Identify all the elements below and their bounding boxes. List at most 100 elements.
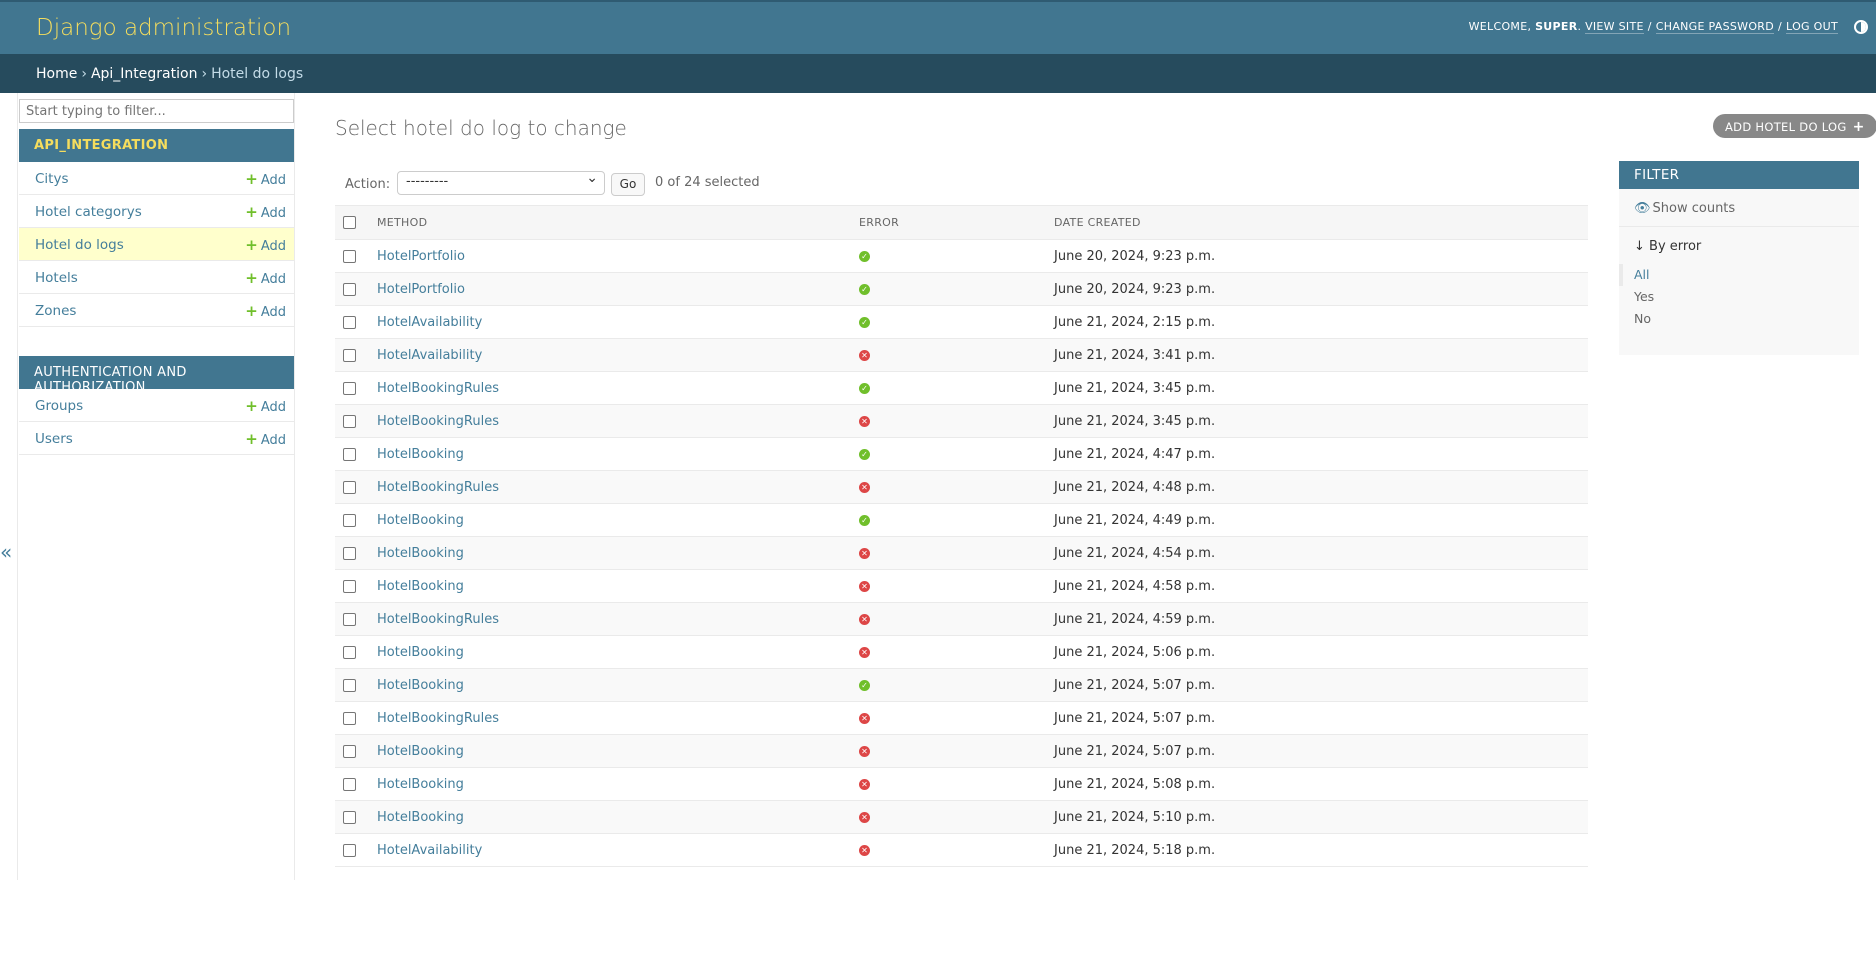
theme-toggle-icon[interactable] xyxy=(1854,20,1868,34)
add-link[interactable]: + Add xyxy=(245,236,286,254)
add-link[interactable]: + Add xyxy=(245,397,286,415)
table-row: HotelBooking ✕ June 21, 2024, 4:58 p.m. xyxy=(335,569,1588,603)
select-all-header xyxy=(335,205,369,240)
method-cell: HotelBooking xyxy=(369,635,851,669)
table-row: HotelAvailability ✕ June 21, 2024, 5:18 p.… xyxy=(335,833,1588,867)
row-checkbox[interactable] xyxy=(343,348,356,362)
row-select-cell xyxy=(335,536,369,570)
error-cell: ✓ xyxy=(851,371,1046,405)
filter-option-no[interactable]: No xyxy=(1619,308,1859,330)
date-created-cell: June 21, 2024, 5:07 p.m. xyxy=(1046,734,1588,768)
view-site-link[interactable]: VIEW SITE xyxy=(1585,20,1644,34)
row-checkbox[interactable] xyxy=(343,711,356,725)
add-link[interactable]: + Add xyxy=(245,302,286,320)
row-checkbox[interactable] xyxy=(343,612,356,626)
method-link[interactable]: HotelAvailability xyxy=(377,843,482,858)
method-link[interactable]: HotelBooking xyxy=(377,546,464,561)
page-title: Select hotel do log to change xyxy=(335,116,627,140)
go-button[interactable]: Go xyxy=(611,173,645,196)
method-link[interactable]: HotelBooking xyxy=(377,447,464,462)
table-row: HotelBooking ✕ June 21, 2024, 5:10 p.m. xyxy=(335,800,1588,834)
method-cell: HotelBookingRules xyxy=(369,470,851,504)
column-header-error[interactable]: ERROR xyxy=(851,205,1046,240)
row-checkbox[interactable] xyxy=(343,315,356,329)
column-header-date-created[interactable]: DATE CREATED xyxy=(1046,205,1588,240)
toggle-sidebar-button[interactable]: « xyxy=(0,540,16,564)
model-link[interactable]: Hotel categorys xyxy=(35,204,142,220)
method-link[interactable]: HotelBookingRules xyxy=(377,711,499,726)
method-link[interactable]: HotelBooking xyxy=(377,579,464,594)
date-created-cell: June 21, 2024, 3:45 p.m. xyxy=(1046,404,1588,438)
module-caption[interactable]: AUTHENTICATION AND AUTHORIZATION xyxy=(19,356,294,395)
site-branding[interactable]: Django administration xyxy=(36,15,291,41)
breadcrumb-app[interactable]: Api_Integration xyxy=(91,66,198,82)
x-circle-icon: ✕ xyxy=(859,547,870,559)
method-cell: HotelBookingRules xyxy=(369,371,851,405)
table-row: HotelBookingRules ✕ June 21, 2024, 4:59 p.… xyxy=(335,602,1588,636)
action-select[interactable]: --------- xyxy=(397,170,605,195)
model-link[interactable]: Hotel do logs xyxy=(35,237,124,253)
select-all-checkbox[interactable] xyxy=(343,216,356,230)
filter-title: FILTER xyxy=(1619,161,1859,189)
method-link[interactable]: HotelPortfolio xyxy=(377,282,465,297)
method-link[interactable]: HotelBookingRules xyxy=(377,381,499,396)
method-link[interactable]: HotelAvailability xyxy=(377,315,482,330)
row-checkbox[interactable] xyxy=(343,513,356,527)
change-password-link[interactable]: CHANGE PASSWORD xyxy=(1655,20,1775,34)
filter-option-all[interactable]: All xyxy=(1619,264,1859,286)
model-link[interactable]: Hotels xyxy=(35,270,78,286)
action-label: Action: xyxy=(345,177,391,192)
module-caption[interactable]: API_INTEGRATION xyxy=(19,129,294,162)
row-checkbox[interactable] xyxy=(343,843,356,857)
error-cell: ✕ xyxy=(851,767,1046,801)
row-checkbox[interactable] xyxy=(343,249,356,263)
model-link[interactable]: Users xyxy=(35,431,73,447)
nav-filter-input[interactable] xyxy=(19,99,294,123)
row-checkbox[interactable] xyxy=(343,480,356,494)
row-checkbox[interactable] xyxy=(343,381,356,395)
log-out-link[interactable]: LOG OUT xyxy=(1786,20,1838,34)
method-link[interactable]: HotelBooking xyxy=(377,744,464,759)
row-checkbox[interactable] xyxy=(343,579,356,593)
model-link[interactable]: Zones xyxy=(35,303,76,319)
add-link[interactable]: + Add xyxy=(245,430,286,448)
model-link[interactable]: Groups xyxy=(35,398,83,414)
nav-sidebar: API_INTEGRATION Citys +Add Hotel categor… xyxy=(17,93,295,880)
method-link[interactable]: HotelBooking xyxy=(377,678,464,693)
actions-bar: Action: --------- Go 0 of 24 selected xyxy=(335,169,1588,205)
action-selected-value: --------- xyxy=(406,174,449,189)
row-checkbox[interactable] xyxy=(343,282,356,296)
method-link[interactable]: HotelBooking xyxy=(377,810,464,825)
method-link[interactable]: HotelAvailability xyxy=(377,348,482,363)
error-cell: ✓ xyxy=(851,239,1046,273)
method-link[interactable]: HotelBooking xyxy=(377,777,464,792)
error-cell: ✕ xyxy=(851,536,1046,570)
x-circle-icon: ✕ xyxy=(859,844,870,856)
show-counts-link[interactable]: 👁 Show counts xyxy=(1619,189,1859,227)
row-checkbox[interactable] xyxy=(343,777,356,791)
add-link[interactable]: + Add xyxy=(245,170,286,188)
error-cell: ✕ xyxy=(851,569,1046,603)
x-circle-icon: ✕ xyxy=(859,349,870,361)
method-link[interactable]: HotelBooking xyxy=(377,645,464,660)
row-checkbox[interactable] xyxy=(343,678,356,692)
row-checkbox[interactable] xyxy=(343,810,356,824)
row-checkbox[interactable] xyxy=(343,414,356,428)
model-link[interactable]: Citys xyxy=(35,171,69,187)
row-checkbox[interactable] xyxy=(343,744,356,758)
add-hotel-do-log-button[interactable]: ADD HOTEL DO LOG + xyxy=(1713,114,1876,138)
add-link[interactable]: + Add xyxy=(245,203,286,221)
row-checkbox[interactable] xyxy=(343,645,356,659)
method-link[interactable]: HotelBookingRules xyxy=(377,414,499,429)
add-link[interactable]: + Add xyxy=(245,269,286,287)
column-header-method[interactable]: METHOD xyxy=(369,205,851,240)
method-link[interactable]: HotelBookingRules xyxy=(377,480,499,495)
method-link[interactable]: HotelBooking xyxy=(377,513,464,528)
row-checkbox[interactable] xyxy=(343,546,356,560)
breadcrumb-home[interactable]: Home xyxy=(36,66,77,82)
method-link[interactable]: HotelPortfolio xyxy=(377,249,465,264)
sidebar-item-hotel-categorys: Hotel categorys + Add xyxy=(19,195,294,228)
row-checkbox[interactable] xyxy=(343,447,356,461)
filter-option-yes[interactable]: Yes xyxy=(1619,286,1859,308)
method-link[interactable]: HotelBookingRules xyxy=(377,612,499,627)
